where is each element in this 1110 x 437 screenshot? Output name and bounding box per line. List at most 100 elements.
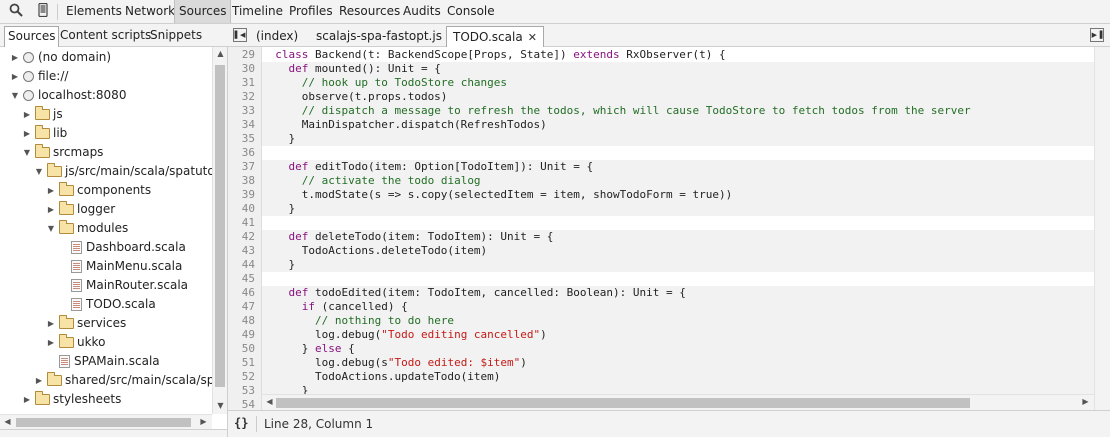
collapsed-triangle-icon[interactable]: ▶	[46, 333, 56, 352]
editor-tab[interactable]: scalajs-spa-fastopt.js	[310, 26, 448, 47]
line-number[interactable]: 30	[242, 62, 255, 76]
expanded-triangle-icon[interactable]: ▼	[46, 219, 56, 238]
nav-tab-sources[interactable]: Sources	[4, 26, 60, 47]
line-number[interactable]: 36	[242, 146, 255, 160]
expanded-triangle-icon[interactable]: ▼	[34, 162, 44, 181]
code-line[interactable]: log.debug(s"Todo edited: $item")	[262, 356, 1094, 370]
tree-folder-item[interactable]: ▼ srcmaps	[0, 143, 212, 162]
toggle-navigator-icon[interactable]: ▌◀	[233, 28, 247, 42]
code-line[interactable]: TodoActions.updateTodo(item)	[262, 370, 1094, 384]
main-tab-audits[interactable]: Audits	[399, 0, 445, 23]
code-line[interactable]: def editTodo(item: Option[TodoItem]): Un…	[262, 160, 1094, 174]
collapsed-triangle-icon[interactable]: ▶	[22, 390, 32, 409]
nav-tab-snippets[interactable]: Snippets	[147, 26, 205, 45]
nav-tab-content-scripts[interactable]: Content scripts	[57, 26, 154, 45]
code-line[interactable]: observe(t.props.todos)	[262, 90, 1094, 104]
editor-hscroll-thumb[interactable]	[276, 398, 970, 408]
code-line[interactable]: // nothing to do here	[262, 314, 1094, 328]
main-tab-timeline[interactable]: Timeline	[228, 0, 287, 23]
main-tab-console[interactable]: Console	[443, 0, 499, 23]
code-area[interactable]: class Backend(t: BackendScope[Props, Sta…	[262, 47, 1094, 419]
code-line[interactable]: }	[262, 202, 1094, 216]
collapsed-triangle-icon[interactable]: ▶	[10, 48, 20, 67]
collapsed-triangle-icon[interactable]: ▶	[46, 181, 56, 200]
toggle-debugger-icon[interactable]: ▶▐	[1090, 28, 1104, 42]
tree-folder-item[interactable]: ▶ js	[0, 105, 212, 124]
code-line[interactable]: }	[262, 258, 1094, 272]
scroll-left-arrow-icon[interactable]: ◀	[0, 417, 15, 426]
code-line[interactable]: log.debug("Todo editing cancelled")	[262, 328, 1094, 342]
line-number[interactable]: 53	[242, 384, 255, 398]
code-line[interactable]: // activate the todo dialog	[262, 174, 1094, 188]
code-line[interactable]: // dispatch a message to refresh the tod…	[262, 104, 1094, 118]
code-line[interactable]: }	[262, 132, 1094, 146]
navigator-vertical-scrollbar[interactable]: ▲ ▼	[212, 47, 227, 414]
line-number[interactable]: 38	[242, 174, 255, 188]
main-tab-elements[interactable]: Elements	[62, 0, 126, 23]
tree-file-item[interactable]: SPAMain.scala	[0, 352, 212, 371]
code-line[interactable]: def todoEdited(item: TodoItem, cancelled…	[262, 286, 1094, 300]
line-number[interactable]: 42	[242, 230, 255, 244]
tree-folder-item[interactable]: ▶ services	[0, 314, 212, 333]
scroll-down-arrow-icon[interactable]: ▼	[213, 401, 228, 410]
tree-folder-item[interactable]: ▶ stylesheets	[0, 390, 212, 409]
navigator-scroll-thumb[interactable]	[215, 65, 225, 387]
line-number[interactable]: 51	[242, 356, 255, 370]
line-number[interactable]: 34	[242, 118, 255, 132]
code-line[interactable]	[262, 216, 1094, 230]
line-number[interactable]: 40	[242, 202, 255, 216]
tree-folder-item[interactable]: ▶ file://	[0, 67, 212, 86]
navigator-hscroll-thumb[interactable]	[16, 418, 191, 427]
collapsed-triangle-icon[interactable]: ▶	[46, 200, 56, 219]
editor-scroll-right-arrow-icon[interactable]: ▶	[1078, 397, 1093, 406]
editor-tab[interactable]: TODO.scala ✕	[446, 26, 544, 47]
main-tab-resources[interactable]: Resources	[335, 0, 404, 23]
expanded-triangle-icon[interactable]: ▼	[22, 143, 32, 162]
editor-vertical-scrollbar[interactable]	[1094, 47, 1110, 419]
line-number[interactable]: 43	[242, 244, 255, 258]
tree-folder-item[interactable]: ▼ modules	[0, 219, 212, 238]
line-number[interactable]: 33	[242, 104, 255, 118]
collapsed-triangle-icon[interactable]: ▶	[10, 67, 20, 86]
tree-file-item[interactable]: MainMenu.scala	[0, 257, 212, 276]
collapsed-triangle-icon[interactable]: ▶	[22, 124, 32, 143]
code-line[interactable]	[262, 272, 1094, 286]
tree-file-item[interactable]: TODO.scala	[0, 295, 212, 314]
code-line[interactable]: t.modState(s => s.copy(selectedItem = it…	[262, 188, 1094, 202]
pretty-print-button[interactable]: {}	[234, 416, 248, 430]
tree-folder-item[interactable]: ▶ shared/src/main/scala/spatutorial	[0, 371, 212, 390]
line-number[interactable]: 32	[242, 90, 255, 104]
editor-tab[interactable]: (index)	[250, 26, 304, 47]
code-line[interactable]: if (cancelled) {	[262, 300, 1094, 314]
line-number[interactable]: 49	[242, 328, 255, 342]
line-number[interactable]: 29	[242, 48, 255, 62]
editor-horizontal-scrollbar[interactable]: ◀ ▶	[262, 394, 1094, 410]
tree-folder-item[interactable]: ▶ logger	[0, 200, 212, 219]
collapsed-triangle-icon[interactable]: ▶	[22, 105, 32, 124]
code-line[interactable]	[262, 146, 1094, 160]
line-number[interactable]: 31	[242, 76, 255, 90]
collapsed-triangle-icon[interactable]: ▶	[46, 314, 56, 333]
code-line[interactable]: def mounted(): Unit = {	[262, 62, 1094, 76]
main-tab-sources[interactable]: Sources	[174, 0, 232, 23]
code-line[interactable]: MainDispatcher.dispatch(RefreshTodos)	[262, 118, 1094, 132]
tree-file-item[interactable]: MainRouter.scala	[0, 276, 212, 295]
collapsed-triangle-icon[interactable]: ▶	[34, 371, 44, 390]
search-icon[interactable]	[7, 3, 25, 21]
tree-folder-item[interactable]: ▼ localhost:8080	[0, 86, 212, 105]
line-number[interactable]: 39	[242, 188, 255, 202]
tree-folder-item[interactable]: ▶ components	[0, 181, 212, 200]
line-number[interactable]: 37	[242, 160, 255, 174]
navigator-horizontal-scrollbar[interactable]: ◀ ▶	[0, 414, 212, 429]
line-number[interactable]: 45	[242, 272, 255, 286]
line-number[interactable]: 50	[242, 342, 255, 356]
tree-folder-item[interactable]: ▼ js/src/main/scala/spatutorial	[0, 162, 212, 181]
expanded-triangle-icon[interactable]: ▼	[10, 86, 20, 105]
line-number[interactable]: 35	[242, 132, 255, 146]
code-line[interactable]: class Backend(t: BackendScope[Props, Sta…	[262, 48, 1094, 62]
line-number[interactable]: 46	[242, 286, 255, 300]
close-tab-icon[interactable]: ✕	[528, 31, 537, 44]
scroll-up-arrow-icon[interactable]: ▲	[213, 49, 228, 58]
line-number[interactable]: 52	[242, 370, 255, 384]
line-number[interactable]: 48	[242, 314, 255, 328]
